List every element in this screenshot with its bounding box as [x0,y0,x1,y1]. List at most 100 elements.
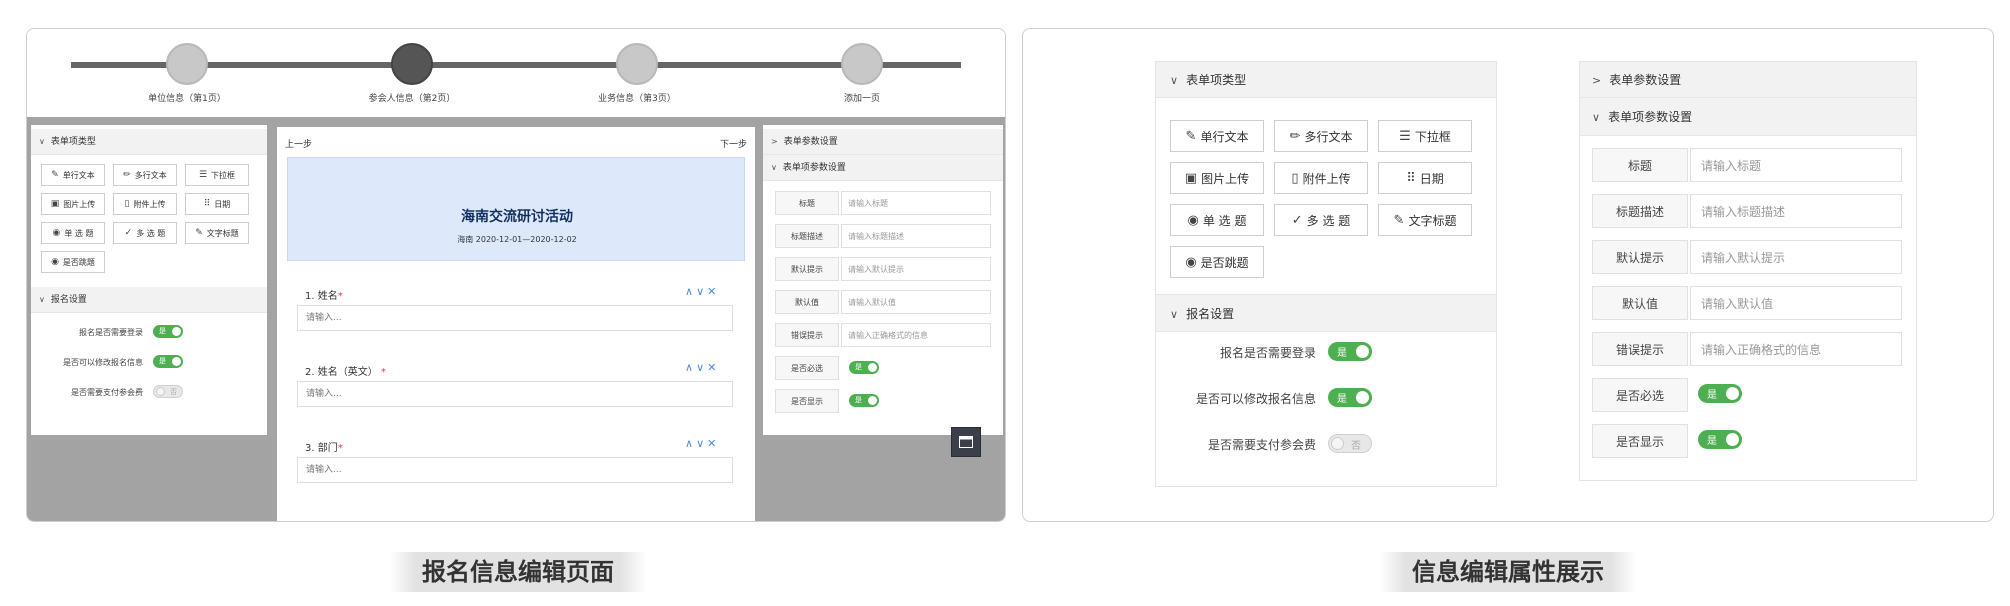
component-panel-large: ∨ 表单项类型 ✎ 单行文本 ✏ 多行文本 ☰ 下拉框 ▣ 图片上传 ▯ 附件上传 ⠿ 日期 … [1155,61,1497,487]
question-3-controls[interactable]: ∧∨✕ [685,437,719,450]
type-file-upload-button[interactable]: ▯ 附件上传 [1274,162,1368,194]
param-default-input[interactable]: 请输入默认值 [1690,286,1902,320]
prev-step-link[interactable]: 上一步 [285,137,312,150]
type-text-title-button[interactable]: ✎ 文字标题 [185,222,249,244]
question-1-label: 1. 姓名* [305,291,343,302]
item-params-header[interactable]: ∨ 表单项参数设置 [763,155,1003,181]
signup-settings-header[interactable]: ∨ 报名设置 [31,287,267,313]
type-file-upload-button[interactable]: ▯ 附件上传 [113,193,177,215]
setting-fee-label: 是否需要支付参会费 [71,388,143,397]
param-title-label: 标题 [775,191,839,215]
type-dropdown-button[interactable]: ☰ 下拉框 [1378,120,1472,152]
type-single-line-button[interactable]: ✎ 单行文本 [41,164,105,186]
check-icon: ✓ [1291,212,1303,228]
setting-fee-toggle[interactable]: 否 [1328,434,1372,453]
chevron-up-icon: ∧ [685,437,697,450]
param-desc-input[interactable]: 请输入标题描述 [1690,194,1902,228]
setting-login-label: 报名是否需要登录 [79,328,143,337]
param-visible-toggle[interactable]: 是 [849,394,879,407]
params-panel: > 表单参数设置 ∨ 表单项参数设置 标题 请输入标题 标题描述 请输入标题描述 默… [763,125,1003,435]
setting-login-toggle[interactable]: 是 [1328,342,1372,361]
type-multi-choice-button[interactable]: ✓ 多 选 题 [113,222,177,244]
chevron-down-icon: ∨ [39,295,45,304]
edit-doc-icon: ✎ [1185,128,1197,144]
step-1-dot[interactable] [166,43,208,85]
chevron-down-icon: ∨ [696,285,708,298]
pencil-icon: ✏ [1289,128,1301,144]
type-text-title-button[interactable]: ✎ 文字标题 [1378,204,1472,236]
type-single-choice-button[interactable]: ◉ 单 选 题 [1170,204,1264,236]
step-add-dot[interactable] [841,43,883,85]
param-hint-input[interactable]: 请输入默认提示 [1690,240,1902,274]
param-title-input[interactable]: 请输入标题 [841,191,991,215]
chevron-down-icon: ∨ [39,137,45,146]
editor-screenshot-card: 单位信息（第1页） 参会人信息（第2页） 业务信息（第3页） 添加一页 ∨ 表单项… [26,28,1006,522]
question-1-controls[interactable]: ∧∨✕ [685,285,719,298]
setting-login-toggle[interactable]: 是 [153,325,183,338]
radio-icon: ◉ [1187,212,1199,228]
signup-settings-header-large[interactable]: ∨ 报名设置 [1156,294,1496,332]
form-types-header-large[interactable]: ∨ 表单项类型 [1156,62,1496,98]
param-required-toggle[interactable]: 是 [849,361,879,374]
param-hint-input[interactable]: 请输入默认提示 [841,257,991,281]
params-panel-large: > 表单参数设置 ∨ 表单项参数设置 标题 请输入标题 标题描述 请输入标题描述 默… [1579,61,1917,481]
radio-icon: ◉ [51,257,59,267]
chevron-down-icon: ∨ [696,361,708,374]
param-visible-label: 是否显示 [775,389,839,413]
image-icon: ▣ [50,199,60,209]
type-multi-choice-button[interactable]: ✓ 多 选 题 [1274,204,1368,236]
form-params-header-large[interactable]: > 表单参数设置 [1580,62,1916,98]
type-multi-line-button[interactable]: ✏ 多行文本 [113,164,177,186]
question-1-input[interactable]: 请输入... [297,305,733,331]
title-doc-icon: ✎ [195,228,203,238]
type-image-upload-button[interactable]: ▣ 图片上传 [41,193,105,215]
chevron-down-icon: ∨ [771,163,777,172]
setting-edit-toggle[interactable]: 是 [153,355,183,368]
right-caption: 信息编辑属性展示 [1380,552,1636,592]
left-caption: 报名信息编辑页面 [390,552,646,592]
form-banner: 海南交流研讨活动 海南 2020-12-01—2020-12-02 [287,157,745,261]
param-required-toggle[interactable]: 是 [1698,384,1742,403]
param-error-input[interactable]: 请输入正确格式的信息 [1690,332,1902,366]
param-required-label: 是否必选 [775,356,839,380]
list-circle-icon: ☰ [198,170,208,180]
param-desc-input[interactable]: 请输入标题描述 [841,224,991,248]
param-error-input[interactable]: 请输入正确格式的信息 [841,323,991,347]
question-3-input[interactable]: 请输入... [297,457,733,483]
type-skip-question-button[interactable]: ◉ 是否跳题 [1170,246,1264,278]
calendar-grid-icon: ⠿ [203,199,211,209]
setting-edit-toggle[interactable]: 是 [1328,388,1372,407]
type-date-button[interactable]: ⠿ 日期 [185,193,249,215]
type-skip-question-button[interactable]: ◉ 是否跳题 [41,251,105,273]
item-params-header-large[interactable]: ∨ 表单项参数设置 [1580,98,1916,136]
step-2-dot[interactable] [391,43,433,85]
type-multi-line-button[interactable]: ✏ 多行文本 [1274,120,1368,152]
preview-window-button[interactable] [951,427,981,457]
event-title: 海南交流研讨活动 [461,209,573,225]
window-icon [959,436,973,448]
chevron-down-icon: ∨ [1592,111,1601,124]
question-2-input[interactable]: 请输入... [297,381,733,407]
param-title-label: 标题 [1592,148,1688,182]
param-default-label: 默认值 [775,290,839,314]
setting-fee-toggle[interactable]: 否 [153,385,183,398]
param-error-label: 错误提示 [775,323,839,347]
question-2-controls[interactable]: ∧∨✕ [685,361,719,374]
type-single-choice-button[interactable]: ◉ 单 选 题 [41,222,105,244]
type-date-button[interactable]: ⠿ 日期 [1378,162,1472,194]
next-step-link[interactable]: 下一步 [720,137,747,150]
close-icon: ✕ [707,361,720,374]
radio-icon: ◉ [1185,254,1197,270]
type-single-line-button[interactable]: ✎ 单行文本 [1170,120,1264,152]
param-default-input[interactable]: 请输入默认值 [841,290,991,314]
type-dropdown-button[interactable]: ☰ 下拉框 [185,164,249,186]
param-visible-toggle[interactable]: 是 [1698,430,1742,449]
param-required-label: 是否必选 [1592,378,1688,412]
form-types-header[interactable]: ∨ 表单项类型 [31,129,267,155]
list-circle-icon: ☰ [1399,128,1411,144]
form-params-header[interactable]: > 表单参数设置 [763,129,1003,155]
step-3-dot[interactable] [616,43,658,85]
question-2-label: 2. 姓名（英文） * [305,367,386,378]
param-title-input[interactable]: 请输入标题 [1690,148,1902,182]
type-image-upload-button[interactable]: ▣ 图片上传 [1170,162,1264,194]
